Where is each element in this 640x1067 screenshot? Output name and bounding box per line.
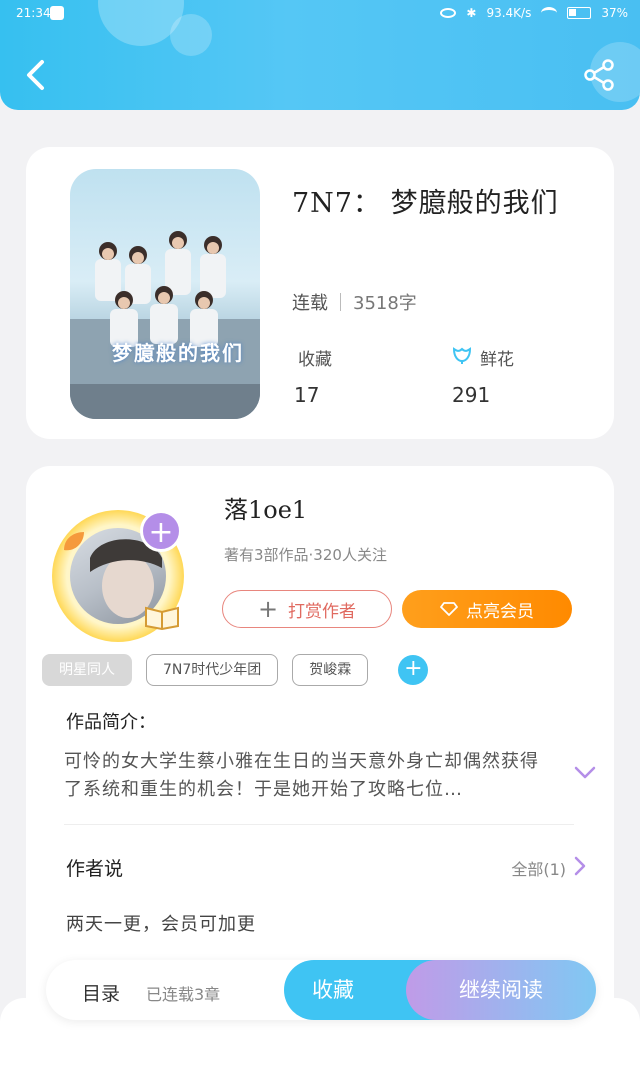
author-card: + 落1oe1 著有3部作品·320人关注 + 打赏作者 点亮会员 明星同人 7… (26, 466, 614, 1026)
intro-heading: 作品简介： (66, 712, 156, 733)
leaf-decor-icon (64, 532, 84, 551)
battery-icon (567, 7, 592, 19)
wifi-icon (541, 7, 558, 19)
author-name: 落1oe1 (224, 496, 308, 524)
collect-label: 收藏 (298, 350, 332, 370)
book-decor-icon (145, 606, 179, 630)
shield-icon (50, 6, 64, 20)
collect-count: 17 (294, 383, 320, 407)
author-says-all-link[interactable]: 全部(1) (511, 856, 566, 880)
vip-button[interactable]: 点亮会员 (402, 590, 572, 628)
author-meta: 著有3部作品·320人关注 (224, 546, 387, 564)
flower-icon[interactable] (451, 343, 473, 365)
top-header: 21:34 ✱ 93.4K/s 37% (0, 0, 640, 110)
bluetooth-icon: ✱ (466, 6, 477, 20)
tip-author-label: 打赏作者 (288, 601, 357, 622)
tip-author-button[interactable]: + 打赏作者 (222, 590, 392, 628)
flower-label: 鲜花 (480, 350, 514, 370)
divider (340, 293, 341, 311)
book-info-card: 梦臆般的我们 7N7： 梦臆般的我们 连载 3518字 收藏 17 鲜花 291 (26, 147, 614, 439)
tag-item[interactable]: 7N7时代少年团 (146, 654, 279, 686)
share-icon[interactable] (582, 58, 616, 92)
network-speed: 93.4K/s (486, 6, 532, 20)
author-says-text: 两天一更，会员可加更 (66, 914, 256, 935)
eye-icon (440, 8, 457, 18)
vip-label: 点亮会员 (466, 601, 534, 622)
tag-item[interactable]: 贺峻霖 (292, 654, 369, 686)
author-says-heading: 作者说 (66, 858, 124, 880)
toc-button[interactable]: 目录 (82, 979, 120, 1006)
tag-list: 明星同人 7N7时代少年团 贺峻霖 + (42, 654, 429, 686)
diamond-icon (440, 602, 458, 616)
cover-title: 梦臆般的我们 (112, 341, 244, 365)
status-time: 21:34 (16, 6, 51, 20)
status-bar: 21:34 ✱ 93.4K/s 37% (0, 0, 640, 28)
book-status: 连载 3518字 (292, 289, 417, 315)
divider (64, 824, 574, 825)
word-count: 3518字 (353, 293, 417, 314)
cover-artwork (70, 231, 260, 419)
follow-author-button[interactable]: + (140, 510, 182, 552)
chevron-right-icon[interactable] (574, 856, 586, 876)
book-cover[interactable]: 梦臆般的我们 (70, 169, 260, 419)
battery-level: 37% (601, 6, 628, 20)
tag-item[interactable]: 明星同人 (42, 654, 132, 686)
plus-icon: + (257, 595, 279, 623)
back-icon[interactable] (22, 58, 52, 92)
chapter-count[interactable]: 已连载3章 (146, 981, 220, 1005)
flower-count: 291 (452, 383, 491, 407)
serial-status: 连载 (292, 293, 328, 314)
continue-reading-button[interactable]: 继续阅读 (406, 960, 596, 1020)
book-title: 7N7： 梦臆般的我们 (292, 188, 559, 219)
status-right: ✱ 93.4K/s 37% (440, 6, 628, 20)
intro-text: 可怜的女大学生蔡小雅在生日的当天意外身亡却偶然获得了系统和重生的机会！于是她开始… (64, 751, 539, 800)
bottom-action-bar: 目录 已连载3章 收藏 继续阅读 (46, 960, 596, 1020)
add-tag-button[interactable]: + (398, 655, 429, 685)
chevron-down-icon[interactable] (574, 766, 596, 780)
